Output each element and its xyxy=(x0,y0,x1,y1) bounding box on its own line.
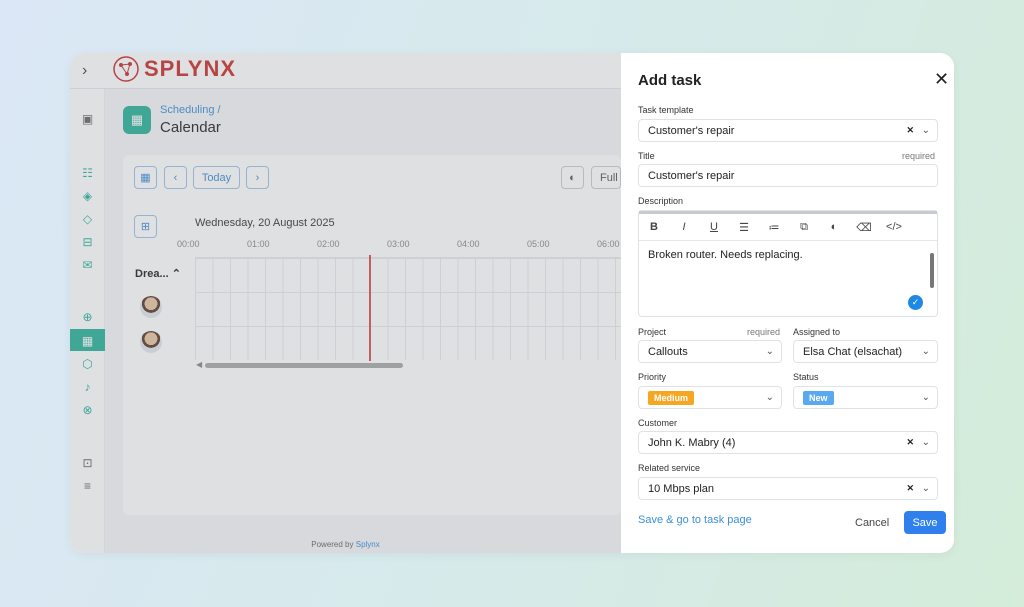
ordered-list-icon[interactable]: ☰ xyxy=(729,221,759,234)
related-service-select[interactable]: 10 Mbps plan ✕ ⌄ xyxy=(638,477,938,500)
description-editor[interactable]: B I U ☰ ≔ ⧉ ◐ ⌫ </> Broken router. Needs… xyxy=(638,210,938,317)
eraser-icon[interactable]: ⌫ xyxy=(849,221,879,234)
required-label: required xyxy=(747,327,781,337)
title-label: Title xyxy=(638,151,655,161)
editor-toolbar: B I U ☰ ≔ ⧉ ◐ ⌫ </> xyxy=(639,211,937,241)
copy-icon[interactable]: ⧉ xyxy=(789,221,819,234)
assigned-to-label: Assigned to xyxy=(793,327,841,337)
clear-icon[interactable]: ✕ xyxy=(906,483,914,494)
chevron-down-icon[interactable]: ⌄ xyxy=(766,346,774,357)
chevron-down-icon[interactable]: ⌄ xyxy=(922,437,930,448)
description-text: Broken router. Needs replacing. xyxy=(648,249,803,261)
chevron-down-icon[interactable]: ⌄ xyxy=(922,483,930,494)
italic-button[interactable]: I xyxy=(669,221,699,233)
status-label: Status xyxy=(793,372,819,382)
related-service-label: Related service xyxy=(638,463,701,473)
clear-icon[interactable]: ✕ xyxy=(906,437,914,448)
title-input[interactable]: Customer's repair xyxy=(638,164,938,187)
title-value: Customer's repair xyxy=(648,169,735,182)
splynx-app: › SPLYNX ▣ ☷ ◈ ◇ ⊟ ✉ ⊕ ▦ ⬡ ♪ ⊗ ⊡ ≡ ▦ Sch… xyxy=(70,53,621,553)
chevron-down-icon[interactable]: ⌄ xyxy=(922,125,930,136)
related-service-value: 10 Mbps plan xyxy=(648,482,715,495)
unordered-list-icon[interactable]: ≔ xyxy=(759,221,789,234)
modal-overlay[interactable] xyxy=(70,53,621,553)
assigned-to-value: Elsa Chat (elsachat) xyxy=(803,345,903,358)
cancel-button[interactable]: Cancel xyxy=(855,517,889,529)
app-window: › SPLYNX ▣ ☷ ◈ ◇ ⊟ ✉ ⊕ ▦ ⬡ ♪ ⊗ ⊡ ≡ ▦ Sch… xyxy=(70,53,954,553)
required-label: required xyxy=(902,151,936,161)
chevron-down-icon[interactable]: ⌄ xyxy=(922,346,930,357)
add-task-panel: Add task ✕ Task template Customer's repa… xyxy=(621,53,954,553)
description-label: Description xyxy=(638,196,684,206)
status-badge: New xyxy=(803,390,834,405)
check-icon: ✓ xyxy=(908,295,923,310)
customer-value: John K. Mabry (4) xyxy=(648,436,736,449)
customer-label: Customer xyxy=(638,418,678,428)
editor-scrollbar[interactable] xyxy=(930,253,934,288)
project-label: Project xyxy=(638,327,667,337)
project-value: Callouts xyxy=(648,345,688,358)
save-button[interactable]: Save xyxy=(904,511,946,534)
priority-label: Priority xyxy=(638,372,667,382)
underline-button[interactable]: U xyxy=(699,221,729,233)
assigned-to-select[interactable]: Elsa Chat (elsachat) ⌄ xyxy=(793,340,938,363)
close-icon[interactable]: ✕ xyxy=(934,69,949,90)
chevron-down-icon[interactable]: ⌄ xyxy=(922,392,930,403)
task-template-value: Customer's repair xyxy=(648,124,735,137)
priority-select[interactable]: Medium ⌄ xyxy=(638,386,782,409)
chevron-down-icon[interactable]: ⌄ xyxy=(766,392,774,403)
palette-icon[interactable]: ◐ xyxy=(819,221,849,233)
task-template-select[interactable]: Customer's repair ✕ ⌄ xyxy=(638,119,938,142)
panel-title: Add task xyxy=(638,72,702,89)
code-icon[interactable]: </> xyxy=(879,221,909,233)
status-select[interactable]: New ⌄ xyxy=(793,386,938,409)
clear-icon[interactable]: ✕ xyxy=(906,125,914,136)
priority-badge: Medium xyxy=(648,390,695,405)
task-template-label: Task template xyxy=(638,105,694,115)
project-select[interactable]: Callouts ⌄ xyxy=(638,340,782,363)
save-and-go-link[interactable]: Save & go to task page xyxy=(638,514,752,526)
bold-button[interactable]: B xyxy=(639,221,669,233)
customer-select[interactable]: John K. Mabry (4) ✕ ⌄ xyxy=(638,431,938,454)
